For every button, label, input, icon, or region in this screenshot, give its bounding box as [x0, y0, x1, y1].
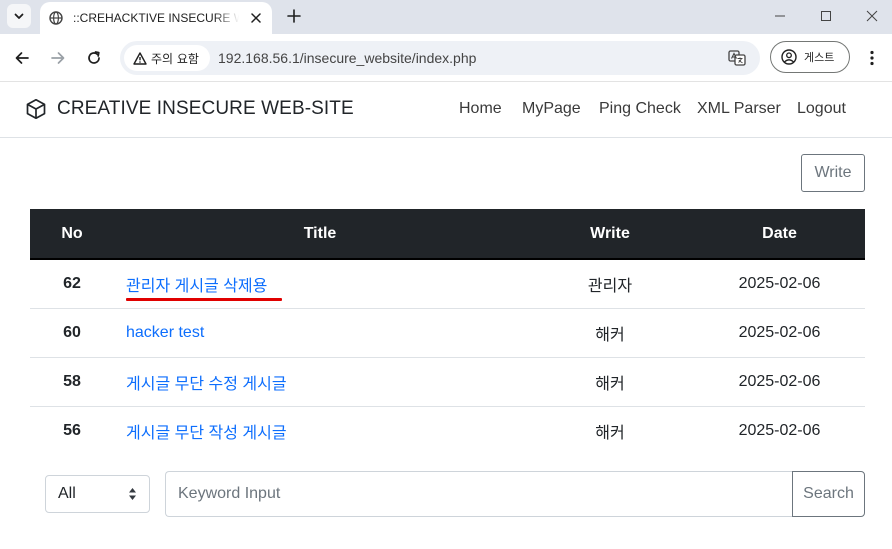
table-row: 62 관리자 게시글 삭제용 관리자 2025-02-06 [30, 259, 865, 309]
annotation-underline [126, 298, 282, 301]
post-title-link[interactable]: 관리자 게시글 삭제용 [126, 272, 282, 301]
table-header-row: No Title Write Date [30, 209, 865, 260]
close-icon [866, 10, 878, 22]
post-date: 2025-02-06 [738, 422, 821, 439]
column-header-title: Title [114, 209, 526, 260]
minimize-icon [775, 15, 785, 17]
nav-home[interactable]: Home [459, 100, 502, 118]
box-icon [26, 98, 46, 120]
search-button[interactable]: Search [792, 471, 865, 517]
plus-icon [287, 9, 301, 23]
user-circle-icon [781, 49, 797, 65]
table-row: 58 게시글 무단 수정 게시글 해커 2025-02-06 [30, 357, 865, 407]
post-title-link[interactable]: 게시글 무단 수정 게시글 [126, 370, 287, 394]
reload-icon [88, 51, 100, 64]
post-title-cell: hacker test [114, 308, 526, 358]
post-number: 58 [30, 357, 114, 407]
post-title-cell: 관리자 게시글 삭제용 [114, 259, 526, 309]
security-label: 주의 요함 [151, 51, 199, 66]
nav-mypage[interactable]: MyPage [522, 100, 581, 118]
window-close-button[interactable] [862, 6, 882, 26]
post-title-cell: 게시글 무단 작성 게시글 [114, 407, 526, 456]
post-title-link[interactable]: 게시글 무단 작성 게시글 [126, 419, 287, 443]
site-navbar: CREATIVE INSECURE WEB-SITE Home MyPage P… [0, 82, 892, 138]
post-number: 56 [63, 422, 81, 439]
browser-tabstrip: ::CREHACKTIVE INSECURE WEB-SITE [0, 0, 892, 34]
site-brand[interactable]: CREATIVE INSECURE WEB-SITE [25, 98, 354, 120]
search-scope-select[interactable]: All [45, 475, 150, 513]
post-writer: 관리자 [526, 259, 694, 309]
post-date: 2025-02-06 [694, 259, 865, 309]
post-writer: 해커 [526, 357, 694, 407]
reload-button[interactable] [83, 47, 105, 69]
browser-tab-active[interactable]: ::CREHACKTIVE INSECURE WEB-SITE [40, 2, 272, 34]
warning-icon [133, 51, 147, 65]
back-button[interactable] [11, 47, 33, 69]
translate-icon[interactable] [728, 49, 746, 67]
sort-caret-icon [129, 488, 136, 500]
tab-title: ::CREHACKTIVE INSECURE WEB-SITE [73, 11, 239, 25]
column-header-no: No [30, 209, 114, 260]
post-date: 2025-02-06 [694, 357, 865, 407]
new-tab-button[interactable] [284, 6, 304, 26]
security-indicator[interactable]: 주의 요함 [124, 45, 210, 71]
tab-search-button[interactable] [7, 4, 31, 28]
forward-button[interactable] [47, 47, 69, 69]
board-table: No Title Write Date 62 관리자 게시글 삭제용 관리자 2… [30, 209, 865, 455]
post-title-cell: 게시글 무단 수정 게시글 [114, 357, 526, 407]
arrow-right-icon [51, 52, 65, 64]
nav-logout[interactable]: Logout [797, 100, 846, 118]
column-header-writer: Write [526, 209, 694, 260]
nav-xml-parser[interactable]: XML Parser [697, 100, 781, 118]
post-date: 2025-02-06 [694, 308, 865, 358]
table-row: 60 hacker test 해커 2025-02-06 [30, 308, 865, 358]
maximize-icon [821, 11, 831, 21]
profile-label: 게스트 [804, 51, 835, 64]
post-writer: 해커 [526, 308, 694, 358]
search-input[interactable]: Keyword Input [165, 471, 793, 517]
arrow-left-icon [15, 52, 29, 64]
table-row: 56 게시글 무단 작성 게시글 해커 2025-02-06 [30, 407, 865, 456]
more-vertical-icon [870, 50, 874, 66]
address-bar[interactable]: 주의 요함 192.168.56.1/insecure_website/inde… [120, 41, 760, 75]
post-title-text: 관리자 게시글 삭제용 [126, 278, 268, 295]
maximize-button[interactable] [816, 6, 836, 26]
url-text[interactable]: 192.168.56.1/insecure_website/index.php [218, 50, 476, 66]
globe-icon [49, 11, 63, 25]
brand-title: CREATIVE INSECURE WEB-SITE [57, 98, 354, 119]
browser-toolbar: 주의 요함 192.168.56.1/insecure_website/inde… [0, 34, 892, 82]
minimize-button[interactable] [770, 6, 790, 26]
column-header-date: Date [694, 209, 865, 260]
search-scope-value: All [58, 485, 76, 502]
nav-ping-check[interactable]: Ping Check [599, 100, 681, 118]
post-title-link[interactable]: hacker test [126, 324, 204, 342]
chevron-down-icon [14, 13, 24, 19]
browser-menu-button[interactable] [862, 47, 882, 69]
search-placeholder: Keyword Input [178, 485, 281, 502]
post-number: 62 [30, 259, 114, 309]
write-button[interactable]: Write [801, 154, 865, 192]
profile-button[interactable]: 게스트 [770, 41, 850, 73]
close-icon[interactable] [248, 10, 264, 26]
post-number: 60 [30, 308, 114, 358]
post-writer: 해커 [595, 425, 625, 442]
